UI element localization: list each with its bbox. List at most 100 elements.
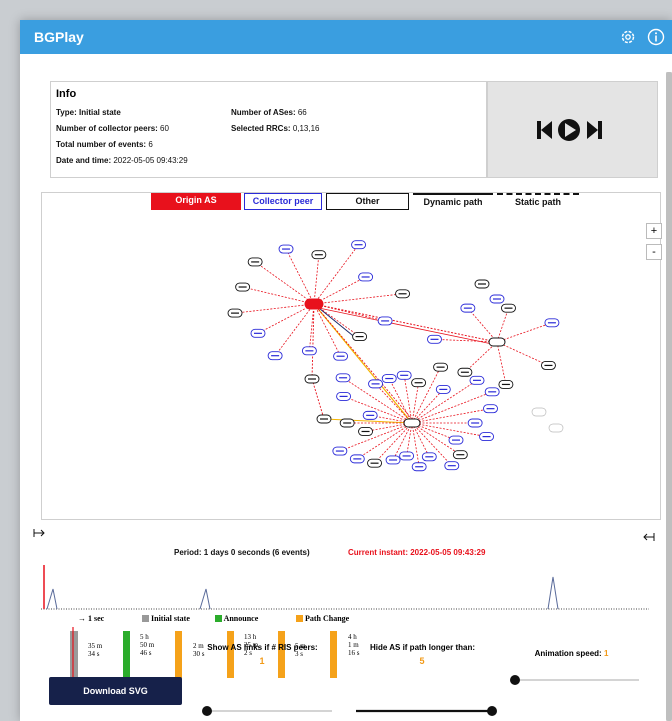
skip-back-icon[interactable]	[537, 121, 552, 139]
app-title: BGPlay	[34, 29, 84, 45]
ases-label: Number of ASes:	[231, 108, 296, 117]
show-links-handle[interactable]	[202, 706, 212, 716]
as-node-faded	[531, 407, 547, 417]
info-events: Total number of events: 6	[56, 140, 153, 149]
event-bar-change-1[interactable]	[175, 631, 182, 678]
graph-canvas[interactable]	[42, 209, 642, 519]
events-label: Total number of events:	[56, 140, 147, 149]
legend-sec-label: 1 sec	[88, 614, 105, 623]
graph-edge	[496, 341, 507, 385]
graph-edge	[242, 286, 315, 305]
graph-edge	[406, 422, 413, 457]
duration-line: 13 h	[244, 633, 257, 641]
speed-slider[interactable]	[505, 673, 645, 687]
graph-edge	[411, 391, 493, 424]
legend-initial: Initial state	[142, 614, 190, 623]
graph-edge	[496, 341, 549, 366]
duration-line: 35 m	[88, 642, 103, 650]
graph-edge	[464, 341, 498, 373]
legend-sec: → 1 sec	[78, 614, 105, 623]
legend-path-change: Path Change	[296, 614, 349, 623]
duration-line: 50 m	[140, 641, 155, 649]
speed-label: Animation speed: 1	[528, 649, 615, 658]
collapse-left-icon[interactable]	[33, 529, 45, 537]
show-links-label: Show AS links if # RIS peers:	[207, 643, 318, 652]
event-bar-change-3[interactable]	[278, 631, 285, 678]
origin-as-node	[304, 298, 324, 310]
legend-other: Other	[326, 193, 409, 210]
collectors-label: Number of collector peers:	[56, 124, 158, 133]
show-links-slider[interactable]	[198, 704, 338, 718]
graph-edge	[285, 248, 315, 305]
info-rrcs: Selected RRCs: 0,13,16	[231, 124, 320, 133]
period-text: Period: 1 days 0 seconds (6 events)	[174, 548, 310, 557]
type-label: Type:	[56, 108, 77, 117]
show-links-value: 1	[259, 656, 265, 666]
duration-label: 5 h 50 m 46 s	[140, 633, 154, 657]
info-icon[interactable]	[646, 27, 666, 47]
duration-line: 4 h	[348, 633, 357, 641]
as-node-hub	[403, 418, 421, 428]
hide-as-slider[interactable]	[354, 704, 504, 718]
legend-path-change-label: Path Change	[305, 614, 350, 623]
legend-static-path: Static path	[497, 193, 579, 210]
current-instant-text: Current instant: 2022-05-05 09:43:29	[348, 548, 486, 557]
rrcs-value: 0,13,16	[292, 124, 320, 133]
duration-line: 5 h	[140, 633, 149, 641]
legend-dynamic-path: Dynamic path	[413, 193, 493, 210]
speed-label-text: Animation speed:	[534, 649, 602, 658]
duration-label: 35 m 34 s	[88, 642, 102, 658]
event-density-chart[interactable]	[41, 560, 649, 610]
events-value: 6	[148, 140, 153, 149]
as-graph[interactable]: Origin AS Collector peer Other Dynamic p…	[41, 192, 662, 520]
play-icon[interactable]	[558, 119, 580, 141]
hide-as-handle[interactable]	[487, 706, 497, 716]
zoom-in-button[interactable]: +	[646, 223, 662, 239]
as-node-hub	[488, 337, 506, 347]
date-value: 2022-05-05 09:43:29	[113, 156, 188, 165]
scrollbar[interactable]	[666, 72, 672, 721]
hide-as-value: 5	[419, 656, 425, 666]
ases-value: 66	[297, 108, 307, 117]
graph-edge	[234, 303, 315, 314]
graph-edge	[411, 422, 430, 457]
player-controls	[487, 81, 658, 178]
speed-handle[interactable]	[510, 675, 520, 685]
bgplay-window: BGPlay Info Type: Initial state Number o…	[20, 20, 672, 721]
legend-announce: Announce	[215, 614, 258, 623]
legend-announce-label: Announce	[223, 614, 259, 623]
rrcs-label: Selected RRCs:	[231, 124, 291, 133]
info-ases: Number of ASes: 66	[231, 108, 307, 117]
info-type: Type: Initial state	[56, 108, 121, 117]
as-node-faded	[548, 423, 564, 433]
event-bar-initial[interactable]	[70, 631, 78, 678]
info-collectors: Number of collector peers: 60	[56, 124, 169, 133]
legend-collector-peer: Collector peer	[244, 193, 322, 210]
info-panel: Info Type: Initial state Number of colle…	[50, 81, 487, 178]
download-svg-button[interactable]: Download SVG	[49, 677, 182, 705]
graph-edge	[257, 303, 315, 334]
graph-edge	[496, 308, 509, 343]
skip-forward-icon[interactable]	[587, 121, 602, 139]
duration-line: 46 s	[140, 649, 152, 657]
graph-edge	[313, 254, 320, 305]
date-label: Date and time:	[56, 156, 112, 165]
title-bar: BGPlay	[20, 20, 672, 54]
speed-value: 1	[603, 649, 609, 658]
graph-edge	[496, 322, 553, 343]
zoom-out-button[interactable]: -	[646, 244, 662, 260]
event-bar-change-4[interactable]	[330, 631, 337, 678]
gear-icon[interactable]	[618, 27, 638, 47]
collectors-value: 60	[160, 124, 169, 133]
graph-edge	[313, 276, 366, 305]
legend-initial-label: Initial state	[151, 614, 190, 623]
scrollbar-thumb[interactable]	[666, 72, 672, 721]
graph-edge	[254, 261, 315, 305]
event-bar-change-2[interactable]	[227, 631, 234, 678]
graph-edge	[311, 378, 325, 420]
collapse-right-icon[interactable]	[643, 533, 655, 541]
hide-as-label: Hide AS if path longer than:	[369, 643, 476, 652]
duration-line: 34 s	[88, 650, 100, 658]
event-bar-announce[interactable]	[123, 631, 130, 678]
graph-edge	[313, 303, 413, 424]
